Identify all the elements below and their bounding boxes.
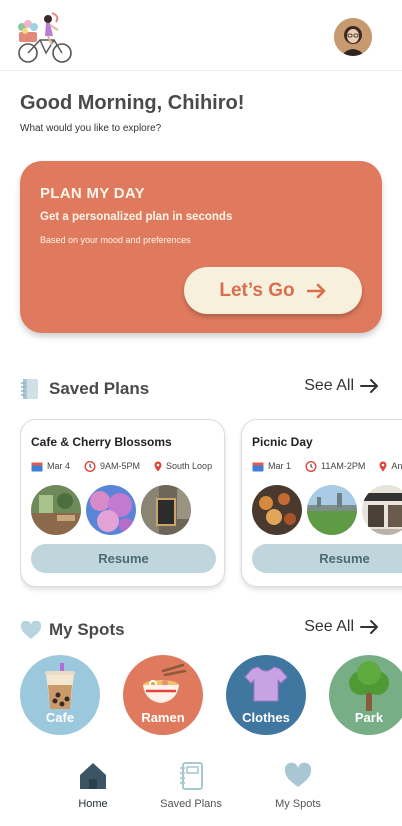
cafe-photo <box>31 485 81 535</box>
bubble-tea-icon <box>45 663 75 709</box>
see-all-label: See All <box>304 618 354 635</box>
picnic-food-photo <box>252 485 302 535</box>
spot-label: Clothes <box>242 710 290 725</box>
bike-girl-logo <box>16 10 76 66</box>
location-pin-icon <box>154 461 162 471</box>
tab-saved-plans[interactable]: Saved Plans <box>146 760 236 820</box>
plan-card-photos <box>252 485 402 535</box>
notebook-icon <box>21 379 38 399</box>
plan-card-time: 11AM-2PM <box>321 461 366 471</box>
spot-ramen[interactable]: Ramen <box>123 655 203 735</box>
plan-card-location: South Loop <box>166 461 213 471</box>
arrow-right-icon <box>360 379 378 393</box>
plan-my-day-card: PLAN MY DAY Get a personalized plan in s… <box>20 161 382 333</box>
greeting-title: Good Morning, Chihiro! <box>20 92 245 114</box>
ramen-bowl-icon <box>143 663 187 703</box>
saved-plan-card[interactable]: Picnic Day Mar 1 11AM-2PM And Resume <box>241 419 402 587</box>
spot-clothes[interactable]: Clothes <box>226 655 306 735</box>
plan-card-photos <box>31 485 191 535</box>
spot-cafe[interactable]: Cafe <box>20 655 100 735</box>
bottom-tab-bar: Home Saved Plans My Spots <box>0 752 402 826</box>
lets-go-label: Let’s Go <box>219 279 295 301</box>
heart-icon <box>20 621 42 639</box>
my-spots-header: My Spots See All <box>20 618 382 644</box>
plan-card-meta: Mar 1 11AM-2PM And <box>252 460 402 472</box>
plan-card-title: Picnic Day <box>252 435 313 449</box>
saved-plans-header: Saved Plans See All <box>20 377 382 403</box>
plan-card-location: And <box>391 461 402 471</box>
saved-plans-carousel[interactable]: Cafe & Cherry Blossoms Mar 4 9AM-5PM Sou… <box>20 419 402 594</box>
cafe-sign-photo <box>141 485 191 535</box>
park-lawn-photo <box>307 485 357 535</box>
my-spots-carousel[interactable]: Cafe Ramen Clothes Park <box>20 655 402 737</box>
arrow-right-icon <box>306 283 325 298</box>
plan-card-date: Mar 4 <box>47 461 71 471</box>
plan-subtitle: Get a personalized plan in seconds <box>40 211 233 223</box>
notebook-icon <box>180 762 203 790</box>
calendar-icon <box>31 462 43 471</box>
plan-card-date: Mar 1 <box>268 461 292 471</box>
cherry-blossom-photo <box>86 485 136 535</box>
arrow-right-icon <box>360 620 378 634</box>
calendar-icon <box>252 462 264 471</box>
resume-button[interactable]: Resume <box>252 544 402 573</box>
heart-icon <box>284 762 312 787</box>
spot-park[interactable]: Park <box>329 655 402 735</box>
home-icon <box>80 763 106 789</box>
my-spots-title: My Spots <box>49 620 125 639</box>
tab-my-spots[interactable]: My Spots <box>253 760 343 820</box>
my-spots-see-all[interactable]: See All <box>304 618 380 636</box>
user-avatar[interactable] <box>334 18 372 56</box>
plan-card-time: 9AM-5PM <box>100 461 141 471</box>
storefront-photo <box>362 485 402 535</box>
plan-card-title: Cafe & Cherry Blossoms <box>31 435 172 449</box>
plan-title: PLAN MY DAY <box>40 185 145 202</box>
saved-plan-card[interactable]: Cafe & Cherry Blossoms Mar 4 9AM-5PM Sou… <box>20 419 225 587</box>
location-pin-icon <box>379 461 387 471</box>
spot-label: Cafe <box>45 710 75 725</box>
app-header <box>0 0 402 71</box>
alarm-clock-icon <box>84 461 96 472</box>
tab-home[interactable]: Home <box>48 760 138 820</box>
greeting-subtitle: What would you like to explore? <box>20 123 162 134</box>
alarm-clock-icon <box>305 461 317 472</box>
tshirt-icon <box>244 666 288 702</box>
spot-label: Ramen <box>141 710 185 725</box>
saved-plans-title: Saved Plans <box>49 379 150 398</box>
tab-saved-plans-label: Saved Plans <box>160 798 222 810</box>
plan-card-meta: Mar 4 9AM-5PM South Loop <box>31 460 212 472</box>
tree-icon <box>349 661 389 711</box>
lets-go-button[interactable]: Let’s Go <box>184 267 362 314</box>
see-all-label: See All <box>304 377 354 394</box>
spot-label: Park <box>354 710 384 725</box>
resume-button[interactable]: Resume <box>31 544 216 573</box>
tab-my-spots-label: My Spots <box>275 798 321 810</box>
tab-home-label: Home <box>78 798 108 810</box>
saved-plans-see-all[interactable]: See All <box>304 377 380 395</box>
plan-note: Based on your mood and preferences <box>40 235 191 245</box>
